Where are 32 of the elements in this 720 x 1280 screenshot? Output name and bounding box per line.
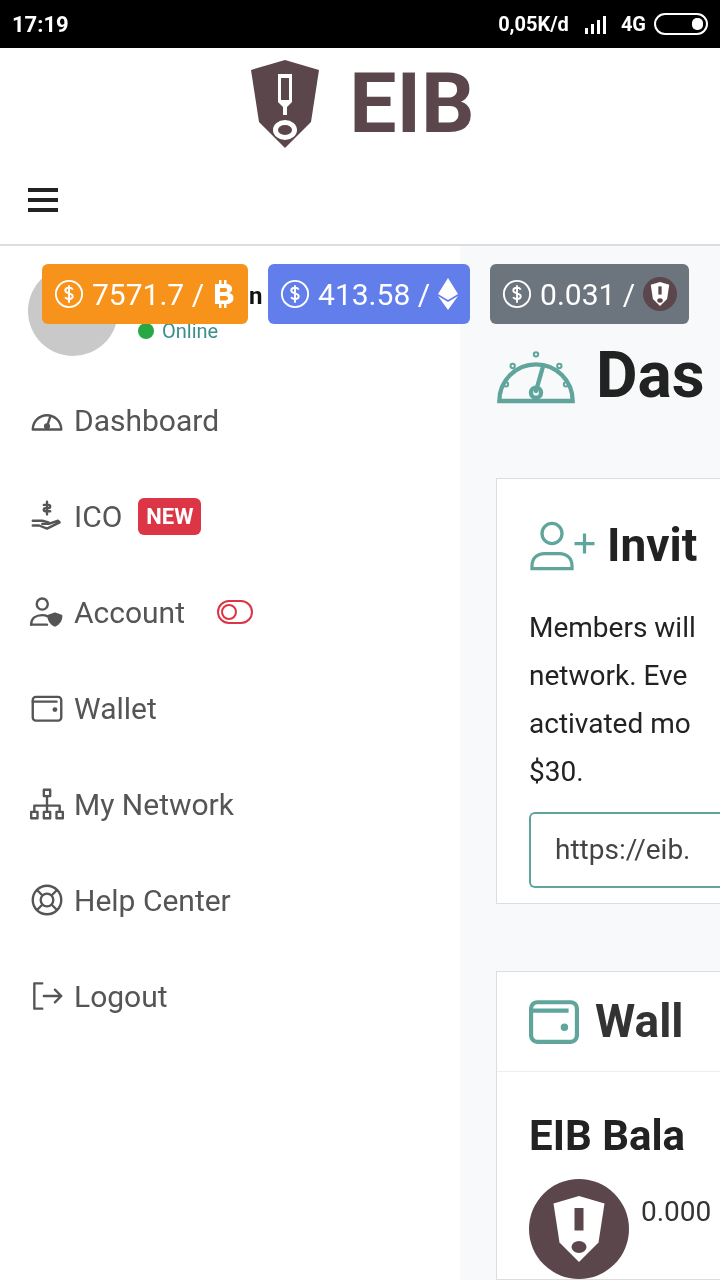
invite-text: Members will network. Eve activated mo $30. (529, 610, 697, 790)
brand-name: EIB (349, 62, 475, 146)
dollar-circle-icon (54, 279, 84, 309)
price-badge: 413.58 / (268, 264, 471, 324)
dollar-circle-icon (502, 279, 533, 309)
network-speed: 0,05K/d (498, 11, 569, 38)
sidebar-item[interactable]: My Network (28, 781, 234, 827)
user-plus-icon (529, 520, 595, 571)
coin-logo-icon (643, 277, 678, 311)
sidebar-item[interactable]: Dashboard (28, 397, 220, 443)
referral-link-field[interactable]: https://eib. (529, 812, 720, 888)
toggle-switch[interactable] (217, 600, 253, 624)
sidebar-item[interactable]: Help Center (28, 877, 231, 923)
card-title: Invit (607, 517, 698, 574)
balance-title: EIB Bala (528, 1110, 687, 1162)
sidebar-item[interactable]: ICO (28, 493, 123, 539)
price-badge: 7571.7 / (42, 264, 249, 324)
wallet-icon (529, 999, 579, 1044)
balance-value: 0.000 (641, 1194, 712, 1230)
battery-icon (654, 13, 708, 35)
card-title: Wall (595, 993, 684, 1050)
network-type: 4G (620, 11, 646, 38)
page-title: Das (596, 344, 705, 408)
sidebar-item[interactable]: Logout (28, 973, 168, 1019)
status-time: 17:19 (12, 10, 69, 39)
dollar-circle-icon (280, 279, 311, 309)
ethereum-icon (438, 278, 459, 310)
sidebar-item[interactable]: Account (28, 589, 185, 635)
user-name: n (249, 284, 263, 308)
new-badge: NEW (138, 497, 202, 535)
sidebar-item[interactable]: Wallet (28, 685, 157, 731)
price-badge: 0.031 / (490, 264, 690, 324)
